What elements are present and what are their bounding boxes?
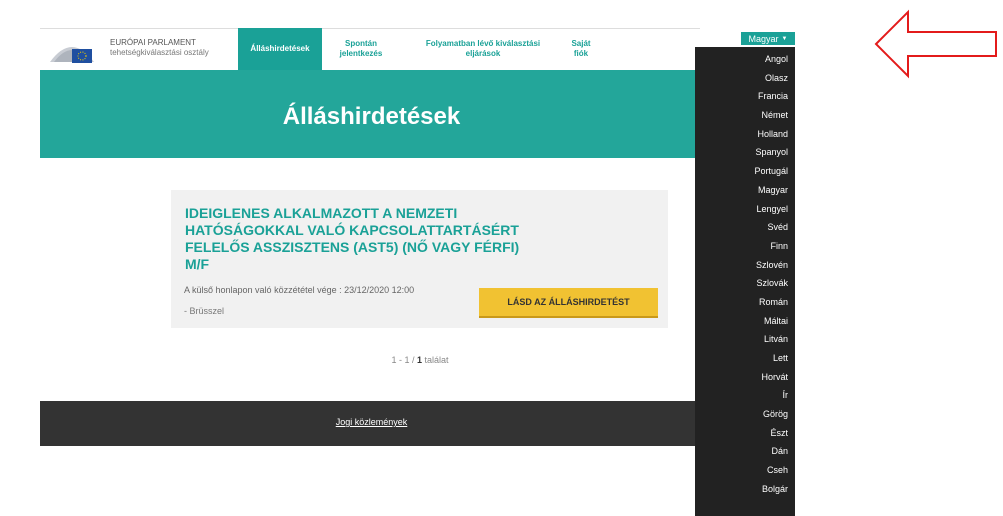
language-option[interactable]: Lett [695,349,795,368]
language-option[interactable]: Olasz [695,69,795,88]
job-location: - Brüsszel [184,306,225,316]
pagination-suffix: találat [424,355,449,365]
language-option[interactable]: Szlovák [695,274,795,293]
language-option[interactable]: Német [695,106,795,125]
tab-spontaneous-application[interactable]: Spontán jelentkezés [330,28,392,70]
language-option[interactable]: Magyar [695,181,795,200]
org-line1: EURÓPAI PARLAMENT [110,38,196,47]
legal-notice-link[interactable]: Jogi közlemények [40,417,703,427]
language-option[interactable]: Angol [695,50,795,69]
language-option[interactable]: Dán [695,442,795,461]
language-option[interactable]: Észt [695,424,795,443]
language-option[interactable]: Holland [695,125,795,144]
language-select[interactable]: Magyar ▼ [741,32,795,45]
language-option[interactable]: Portugál [695,162,795,181]
pagination-total: 1 [416,355,422,365]
caret-down-icon: ▼ [781,35,788,42]
language-option[interactable]: Román [695,293,795,312]
language-option[interactable]: Szlovén [695,256,795,275]
language-option[interactable]: Cseh [695,461,795,480]
job-deadline: A külső honlapon való közzététel vége : … [184,285,415,295]
language-option[interactable]: Finn [695,237,795,256]
language-option[interactable]: Lengyel [695,200,795,219]
tab-my-account[interactable]: Saját fiók [566,28,596,70]
language-option[interactable]: Ír [695,386,795,405]
language-dropdown: Angol Olasz Francia Német Holland Spanyo… [695,47,795,516]
language-option[interactable]: Görög [695,405,795,424]
org-line2: tehetségkiválasztási osztály [110,48,209,57]
footer: Jogi közlemények [40,401,703,446]
hero-banner: Álláshirdetések [40,70,703,158]
page-title: Álláshirdetések [282,103,461,130]
language-option[interactable]: Litván [695,330,795,349]
pagination-range: 1 - 1 / [391,355,415,365]
language-option[interactable]: Máltai [695,312,795,331]
language-option[interactable]: Svéd [695,218,795,237]
tab-job-postings[interactable]: Álláshirdetések [238,28,322,70]
language-option[interactable]: Francia [695,87,795,106]
org-name: EURÓPAI PARLAMENT tehetségkiválasztási o… [110,38,209,58]
job-card: IDEIGLENES ALKALMAZOTT A NEMZETI HATÓSÁG… [171,190,668,328]
tab-ongoing-selections[interactable]: Folyamatban lévő kiválasztási eljárások [408,28,558,70]
european-parliament-logo[interactable] [48,36,96,66]
annotation-arrow-icon [874,9,997,79]
language-option[interactable]: Bolgár [695,480,795,499]
language-selected: Magyar [748,33,779,44]
language-option[interactable]: Spanyol [695,143,795,162]
job-title[interactable]: IDEIGLENES ALKALMAZOTT A NEMZETI HATÓSÁG… [185,205,525,273]
view-posting-button[interactable]: LÁSD AZ ÁLLÁSHIRDETÉST [479,288,658,316]
language-option[interactable]: Horvát [695,368,795,387]
